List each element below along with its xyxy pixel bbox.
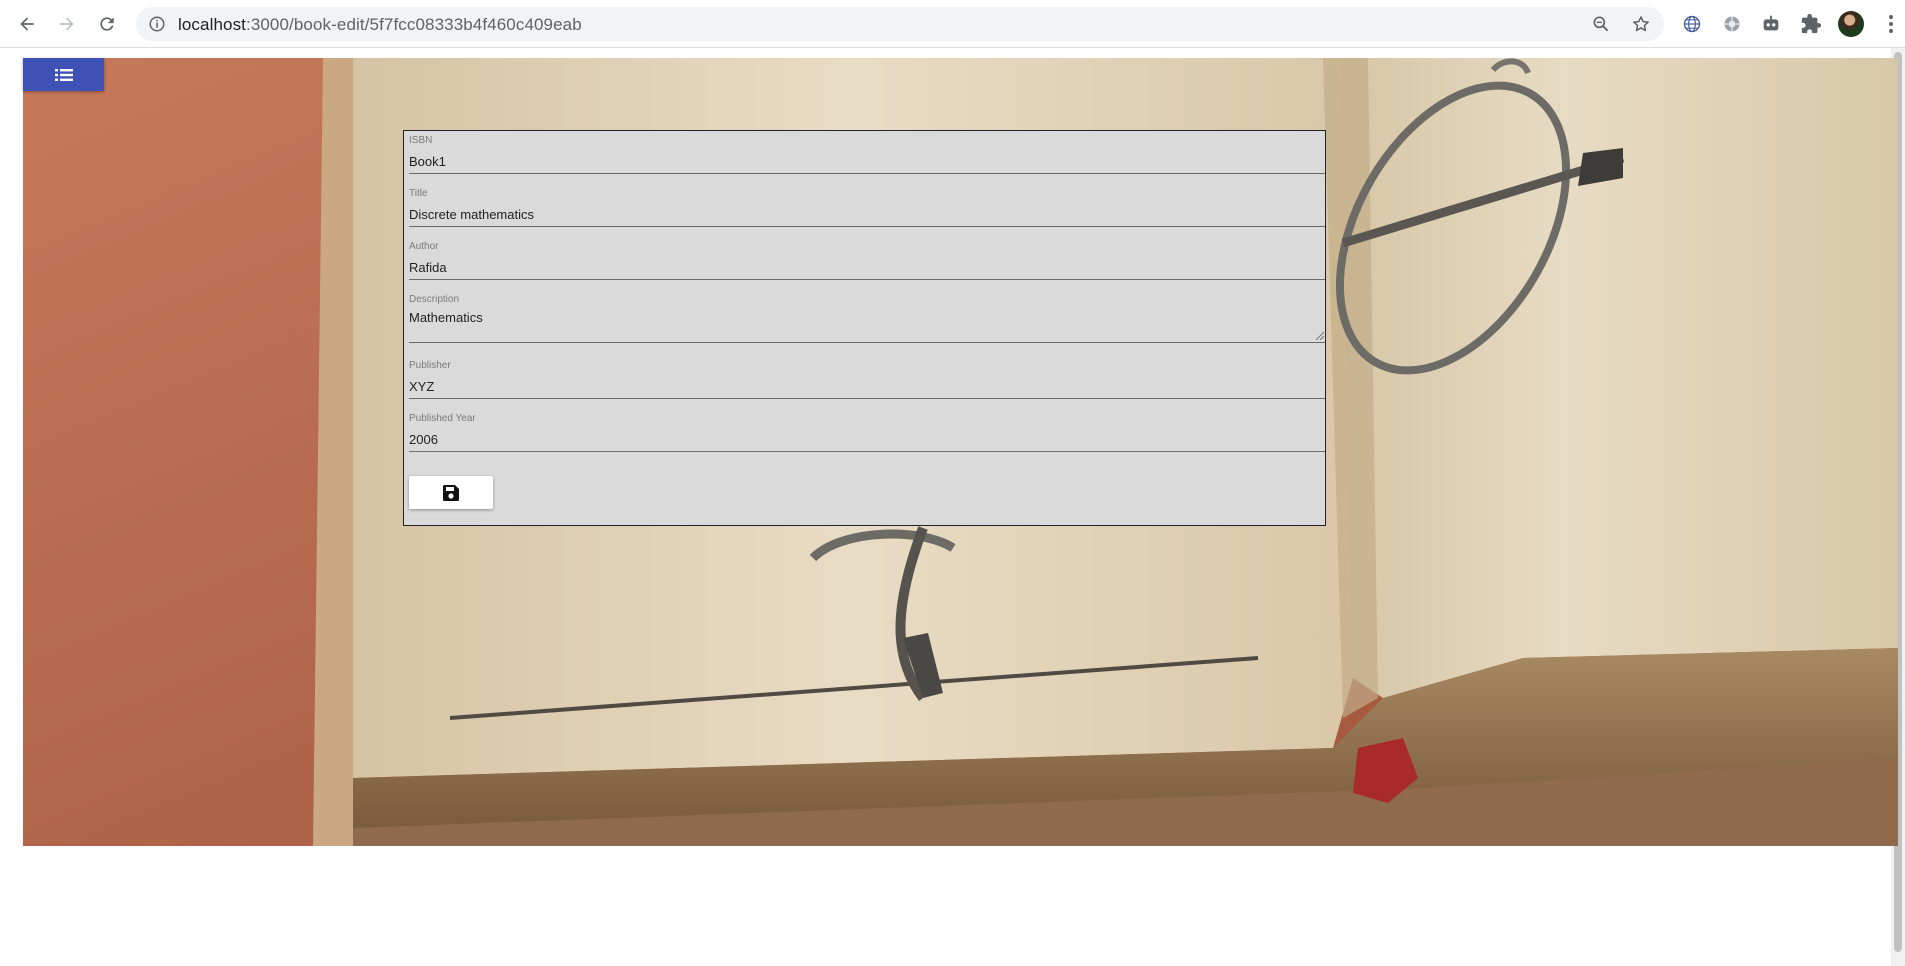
author-field: Author [409,241,1325,280]
description-field: Description Mathematics [409,294,1325,343]
isbn-field: ISBN [409,135,1325,174]
title-label: Title [409,188,428,199]
puzzle-icon[interactable] [1799,12,1823,36]
profile-avatar[interactable] [1838,11,1864,37]
author-label: Author [409,241,439,252]
zoom-icon[interactable] [1591,14,1611,34]
published-year-field: Published Year [409,413,1325,452]
url-host: localhost [178,15,246,34]
description-textarea[interactable]: Mathematics [409,310,1309,338]
menu-icon[interactable] [1886,12,1896,36]
extension-icon[interactable] [1680,12,1704,36]
forward-button[interactable] [49,6,85,42]
url-path: :3000/book-edit/5f7fcc08333b4f460c409eab [246,15,582,34]
url-text[interactable]: localhost:3000/book-edit/5f7fcc08333b4f4… [178,15,582,35]
resize-grip-icon[interactable] [1316,332,1324,340]
browser-toolbar: localhost:3000/book-edit/5f7fcc08333b4f4… [0,0,1905,48]
aperture-icon [1724,16,1740,32]
floppy-disk-icon [443,484,459,501]
reload-button[interactable] [89,6,125,42]
published-year-label: Published Year [409,413,476,424]
robot-icon [1763,15,1779,31]
star-icon[interactable] [1631,14,1651,34]
publisher-input[interactable] [409,378,1309,394]
extension-icon[interactable] [1720,12,1744,36]
publisher-label: Publisher [409,360,451,371]
extension-icon[interactable] [1759,12,1783,36]
back-button[interactable] [9,6,45,42]
title-field: Title [409,188,1325,227]
save-button[interactable] [409,476,493,509]
book-edit-form: ISBN Title Author Description Mathematic… [403,130,1326,526]
description-label: Description [409,294,460,305]
reload-icon [100,17,114,31]
back-icon [20,17,34,31]
address-bar[interactable]: localhost:3000/book-edit/5f7fcc08333b4f4… [136,7,1664,41]
menu-button[interactable] [23,58,104,91]
title-input[interactable] [409,206,1309,222]
globe-grid-icon [1683,15,1701,33]
isbn-input[interactable] [409,153,1309,169]
list-icon [54,68,73,81]
info-icon[interactable] [148,15,166,33]
puzzle-glyph [1801,13,1822,34]
forward-icon [60,17,74,31]
isbn-label: ISBN [409,135,433,146]
author-input[interactable] [409,259,1309,275]
publisher-field: Publisher [409,360,1325,399]
published-year-input[interactable] [409,431,1309,447]
